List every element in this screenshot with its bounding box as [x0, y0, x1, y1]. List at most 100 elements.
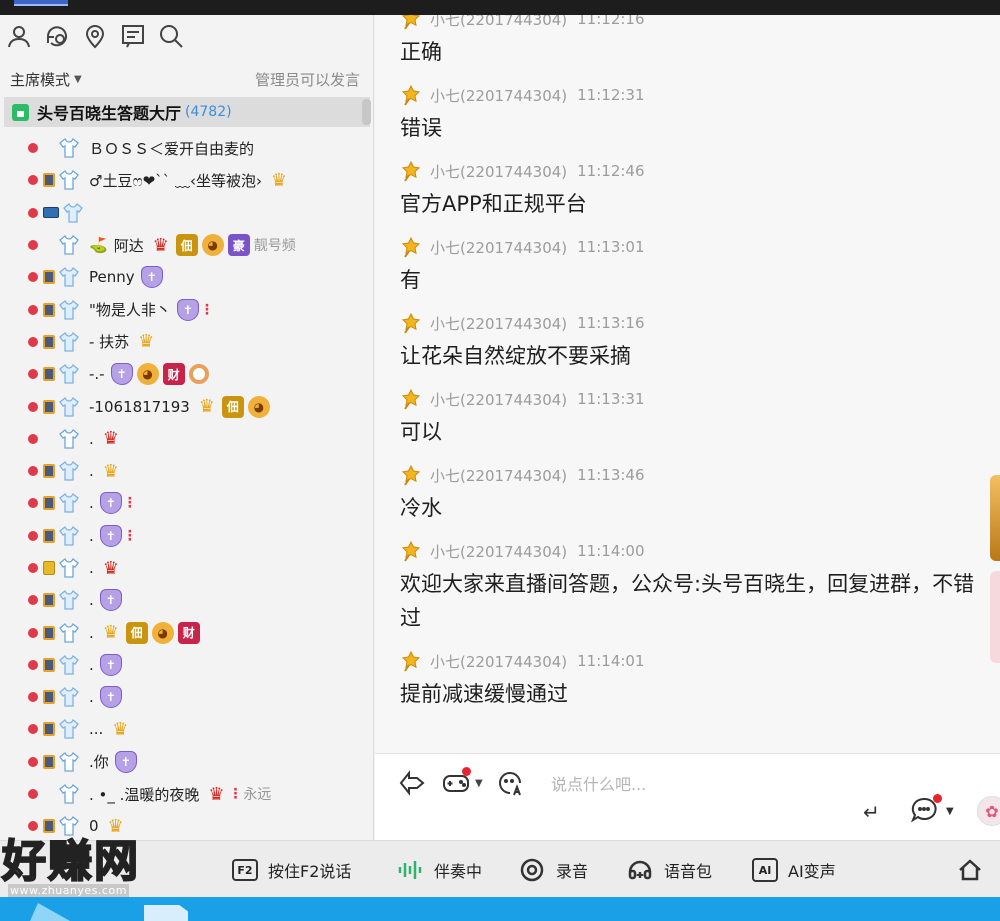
- online-status-dot: [28, 756, 38, 767]
- push-to-talk-button[interactable]: F2 按住F2说话: [232, 855, 351, 885]
- member-row[interactable]: . ✝: [28, 681, 368, 713]
- member-row[interactable]: ⛳ 阿达 ♛ 佃 ◕ 豪靓号频: [28, 229, 368, 261]
- message-sender[interactable]: 小七(2201744304): [430, 15, 567, 30]
- site-watermark: 好赚网 www.zhuanyes.com: [1, 837, 202, 898]
- message-sender[interactable]: 小七(2201744304): [430, 465, 567, 486]
- message-text: 欢迎大家来直播间答题，公众号:头号百晓生，回复进群，不错过: [400, 572, 975, 630]
- rich-badge-icon: 豪: [227, 234, 250, 257]
- ai-assistant-icon[interactable]: [493, 766, 527, 800]
- chat-input[interactable]: [551, 772, 851, 796]
- vip-pin-avatar-icon[interactable]: [400, 312, 422, 334]
- flower-gift-icon[interactable]: ✿: [977, 796, 1000, 826]
- chevron-down-icon[interactable]: ▼: [946, 806, 954, 817]
- vip-pin-avatar-icon[interactable]: [400, 464, 422, 486]
- crown-badge-icon: ♛: [198, 396, 215, 418]
- search-icon[interactable]: [156, 21, 186, 51]
- member-list-scrollbar[interactable]: [362, 99, 371, 125]
- record-button[interactable]: 录音: [518, 855, 588, 885]
- member-row[interactable]: - 扶苏 ♛: [28, 326, 368, 358]
- message-sender[interactable]: 小七(2201744304): [430, 541, 567, 562]
- send-enter-icon[interactable]: ↵: [863, 800, 880, 824]
- room-member-count: (4782): [185, 104, 232, 120]
- room-title: 头号百晓生答题大厅: [37, 104, 182, 123]
- vip-pin-avatar-icon[interactable]: [400, 540, 422, 562]
- note-badge-icon: ⋮: [199, 301, 214, 318]
- vip-shirt-icon: [57, 588, 81, 612]
- message-sender[interactable]: 小七(2201744304): [430, 651, 567, 672]
- notice-icon[interactable]: [118, 21, 148, 51]
- vip-pin-avatar-icon[interactable]: [400, 15, 422, 30]
- member-row[interactable]: .你 ✝: [28, 746, 368, 778]
- vip-shirt-icon: [57, 298, 81, 322]
- member-row[interactable]: . ♛: [28, 423, 368, 455]
- share-icon[interactable]: [395, 766, 429, 800]
- activity-card[interactable]: [990, 475, 1000, 561]
- member-row[interactable]: -1061817193 ♛ 佃 ◕: [28, 390, 368, 422]
- wealth-badge-icon: 财: [177, 621, 200, 644]
- room-header[interactable]: 头号百晓生答题大厅 (4782): [4, 97, 370, 127]
- shield-badge-icon: ✝: [99, 686, 122, 709]
- message-sender[interactable]: 小七(2201744304): [430, 313, 567, 334]
- vip-pin-avatar-icon[interactable]: [400, 84, 422, 106]
- member-row[interactable]: ... ♛: [28, 713, 368, 745]
- refresh-icon[interactable]: [42, 21, 72, 51]
- accompany-button[interactable]: 伴奏中: [396, 855, 482, 885]
- voice-pack-button[interactable]: 语音包: [626, 855, 712, 885]
- member-name: .: [89, 623, 94, 642]
- user-icon[interactable]: [4, 21, 34, 51]
- phone-device-icon: [43, 690, 55, 705]
- message-sender[interactable]: 小七(2201744304): [430, 237, 567, 258]
- gold-badge-icon: 佃: [125, 621, 148, 644]
- note-badge-icon: ⋮: [122, 495, 137, 512]
- shield-badge-icon: ✝: [99, 589, 122, 612]
- mode-dropdown[interactable]: 主席模式 ▼: [10, 69, 82, 90]
- vip-shirt-icon: [57, 814, 81, 838]
- member-row[interactable]: . ✝: [28, 584, 368, 616]
- member-row[interactable]: . ✝ ⋮: [28, 520, 368, 552]
- phone-device-icon: [43, 593, 55, 608]
- vip-pin-avatar-icon[interactable]: [400, 650, 422, 672]
- member-row[interactable]: . ♛: [28, 455, 368, 487]
- member-row[interactable]: [28, 197, 368, 229]
- online-status-dot: [28, 304, 38, 315]
- game-icon[interactable]: [439, 766, 473, 800]
- house-gear-icon: [956, 856, 984, 884]
- vip-pin-avatar-icon[interactable]: [400, 160, 422, 182]
- member-row[interactable]: "物是人非丶 ✝ ⋮: [28, 293, 368, 325]
- member-row[interactable]: . ✝ ⋮: [28, 487, 368, 519]
- vip-shirt-icon: [57, 330, 81, 354]
- message-header: 小七(2201744304) 11:14:00: [400, 539, 990, 563]
- vip-pin-avatar-icon[interactable]: [400, 388, 422, 410]
- member-row[interactable]: . ✝: [28, 649, 368, 681]
- message-sender[interactable]: 小七(2201744304): [430, 85, 567, 106]
- gift-card[interactable]: [990, 571, 1000, 663]
- chevron-down-icon[interactable]: ▼: [475, 778, 483, 789]
- member-row[interactable]: . ♛: [28, 552, 368, 584]
- member-name: .: [89, 494, 94, 513]
- taskbar-app-icon[interactable]: [30, 903, 70, 921]
- location-icon[interactable]: [80, 21, 110, 51]
- member-row[interactable]: . ♛ 佃 ◕ 财: [28, 616, 368, 648]
- ai-voice-change-button[interactable]: AI AI变声: [752, 855, 836, 885]
- member-row[interactable]: ＢＯＳＳ＜爱开自由麦的: [28, 132, 368, 164]
- emoji-icon[interactable]: [910, 794, 942, 826]
- voice-pack-label: 语音包: [664, 862, 713, 881]
- online-status-dot: [28, 175, 38, 186]
- vip-shirt-icon: [57, 395, 81, 419]
- taskbar-file-icon[interactable]: [144, 905, 188, 921]
- message-sender[interactable]: 小七(2201744304): [430, 389, 567, 410]
- vip-pin-avatar-icon[interactable]: [400, 236, 422, 258]
- home-icon: [12, 103, 29, 121]
- more-tools-button[interactable]: [956, 855, 984, 885]
- tiger-badge-icon: ◕: [151, 621, 174, 644]
- member-name: 阿达: [113, 236, 144, 255]
- member-row[interactable]: . •_ .温暖的夜晚 ♛ ⋮ 永远: [28, 778, 368, 810]
- member-row[interactable]: -.- ✝ ◕ 财: [28, 358, 368, 390]
- member-row[interactable]: Penny ✝: [28, 261, 368, 293]
- message-sender[interactable]: 小七(2201744304): [430, 161, 567, 182]
- app-logo-tab[interactable]: [14, 0, 68, 6]
- member-row[interactable]: ♂土豆ෆ❤`` ﹏‹坐等被泡› ♛: [28, 164, 368, 196]
- online-status-dot: [28, 627, 38, 638]
- member-name: .: [89, 526, 94, 545]
- shield-badge-icon: ✝: [114, 750, 137, 773]
